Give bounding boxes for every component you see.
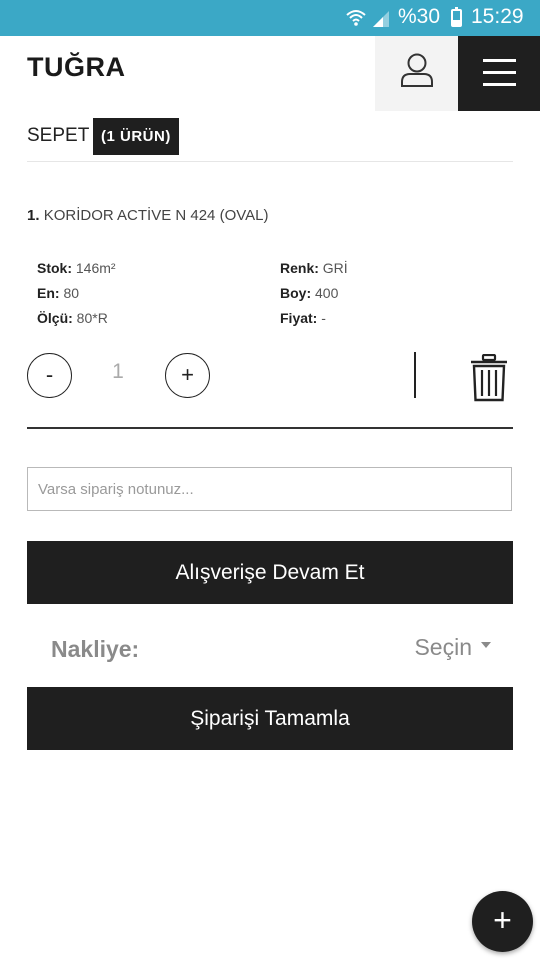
decrease-quantity-button[interactable]: - [27, 353, 72, 398]
status-bar: %30 15:29 [0, 0, 540, 36]
battery-percent: %30 [398, 5, 441, 28]
length-attribute: Boy: 400 [280, 285, 339, 301]
signal-icon [373, 11, 389, 27]
shipping-select[interactable]: Seçin [414, 634, 491, 661]
product-name: KORİDOR ACTİVE N 424 (OVAL) [43, 207, 269, 224]
order-note-input[interactable] [27, 467, 512, 511]
clock: 15:29 [471, 5, 524, 28]
product-title[interactable]: 1. KORİDOR ACTİVE N 424 (OVAL) [27, 207, 268, 224]
product-attributes-left: Stok: 146m² En: 80 Ölçü: 80*R [37, 256, 116, 331]
stock-attribute: Stok: 146m² [37, 260, 116, 276]
shipping-row: Nakliye: Seçin [27, 616, 513, 680]
increase-quantity-button[interactable]: + [165, 353, 210, 398]
color-attribute: Renk: GRİ [280, 260, 348, 276]
continue-shopping-button[interactable]: Alışverişe Devam Et [27, 541, 513, 604]
shipping-select-value: Seçin [414, 634, 472, 660]
brand-logo[interactable]: TUĞRA [27, 52, 126, 83]
menu-button[interactable] [458, 36, 540, 111]
item-divider [27, 427, 513, 429]
app-header: TUĞRA [0, 36, 540, 111]
shipping-label: Nakliye: [51, 636, 140, 662]
divider-vertical [414, 352, 416, 398]
wifi-icon [346, 10, 366, 26]
cart-title: SEPET [27, 125, 90, 146]
cart-count-badge: (1 ÜRÜN) [93, 118, 179, 155]
cart-header: SEPET (1 ÜRÜN) [27, 118, 513, 162]
user-icon [401, 53, 433, 87]
caret-down-icon [481, 642, 491, 648]
product-index: 1. [27, 207, 40, 224]
trash-icon[interactable] [470, 354, 508, 402]
account-button[interactable] [375, 36, 458, 111]
complete-order-button[interactable]: Şiparişi Tamamla [27, 687, 513, 750]
quantity-value: 1 [112, 360, 124, 383]
battery-icon [451, 7, 462, 27]
floating-add-button[interactable]: + [472, 891, 533, 952]
product-attributes-right: Renk: GRİ Boy: 400 Fiyat: - [280, 256, 348, 331]
size-attribute: Ölçü: 80*R [37, 310, 108, 326]
width-attribute: En: 80 [37, 285, 80, 301]
price-attribute: Fiyat: - [280, 310, 326, 326]
